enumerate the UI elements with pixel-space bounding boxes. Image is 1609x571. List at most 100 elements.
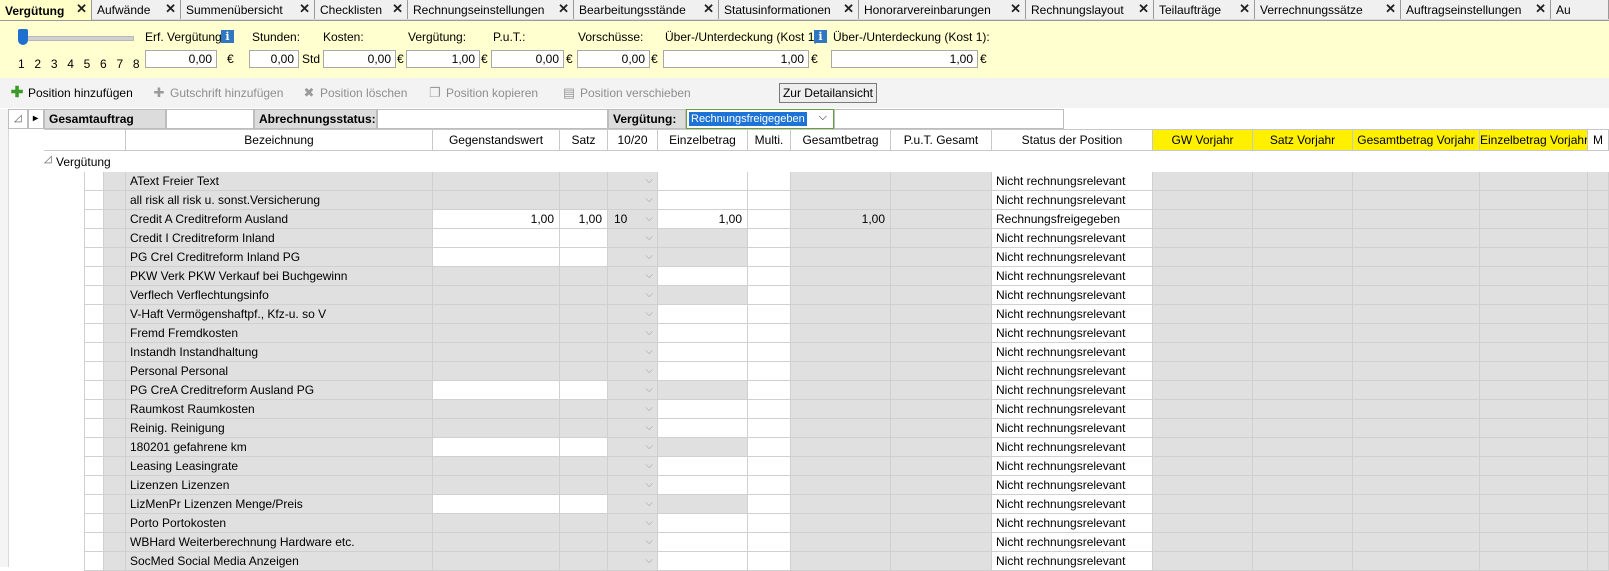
cell-multi[interactable] (748, 191, 791, 210)
close-tab-icon[interactable]: ✕ (1385, 1, 1396, 17)
cell-einzel[interactable] (658, 229, 748, 248)
chevron-down-icon[interactable]: ⌵ (645, 457, 653, 475)
cell-put[interactable] (891, 457, 992, 476)
chevron-down-icon[interactable]: ⌵ (645, 210, 653, 228)
chevron-down-icon[interactable]: ⌵ (645, 324, 653, 342)
cell-satz[interactable] (560, 381, 608, 400)
group-collapse-icon[interactable]: ◿ (44, 154, 52, 165)
row-selector[interactable] (84, 172, 104, 191)
cell-put[interactable] (891, 248, 992, 267)
tab-5[interactable]: Bearbeitungsstände ✕ (574, 0, 719, 19)
cell-einzel[interactable] (658, 343, 748, 362)
column-header[interactable]: 10/20 (608, 129, 658, 151)
cell-einzel[interactable] (658, 495, 748, 514)
table-row[interactable]: Personal Personal ⌵ Nicht rechnungsrelevan… (0, 362, 1609, 381)
cell-gesamt[interactable] (791, 381, 891, 400)
chevron-down-icon[interactable]: ⌵ (645, 552, 653, 570)
put-field[interactable]: 0,00 (491, 50, 564, 68)
table-row[interactable]: PG CreA Creditreform Ausland PG ⌵ Nicht re… (0, 381, 1609, 400)
cell-put[interactable] (891, 305, 992, 324)
chevron-down-icon[interactable]: ⌵ (645, 400, 653, 418)
row-selector[interactable] (84, 552, 104, 571)
cell-gw[interactable] (433, 400, 560, 419)
vorschuesse-field[interactable]: 0,00 (577, 50, 650, 68)
column-header[interactable]: Status der Position (992, 129, 1153, 151)
stunden-field[interactable]: 0,00 (249, 50, 299, 68)
row-selector[interactable] (84, 400, 104, 419)
cell-put[interactable] (891, 552, 992, 571)
cell-satz[interactable] (560, 305, 608, 324)
cell-gesamt[interactable] (791, 457, 891, 476)
rate-select[interactable]: ⌵ (608, 438, 658, 457)
cell-gw[interactable] (433, 191, 560, 210)
cell-einzel[interactable]: 1,00 (658, 210, 748, 229)
cell-gw[interactable] (433, 457, 560, 476)
add-position-button[interactable]: ✚ Position hinzufügen (10, 85, 133, 100)
cell-gesamt[interactable] (791, 191, 891, 210)
column-header[interactable]: Bezeichnung (126, 129, 433, 151)
cell-status[interactable]: Nicht rechnungsrelevant (992, 343, 1153, 362)
cell-satz[interactable] (560, 419, 608, 438)
cell-multi[interactable] (748, 229, 791, 248)
cell-satz[interactable] (560, 552, 608, 571)
row-selector[interactable] (84, 286, 104, 305)
verguetung-field[interactable]: 1,00 (406, 50, 480, 68)
cell-gesamt[interactable] (791, 495, 891, 514)
rate-select[interactable]: ⌵ (608, 362, 658, 381)
rate-select[interactable]: ⌵ (608, 514, 658, 533)
chevron-down-icon[interactable]: ⌵ (645, 419, 653, 437)
cell-satz[interactable] (560, 457, 608, 476)
cell-einzel[interactable] (658, 381, 748, 400)
rate-select[interactable]: ⌵ (608, 400, 658, 419)
detail-view-button[interactable]: Zur Detailansicht (779, 83, 877, 103)
cell-satz[interactable] (560, 229, 608, 248)
cell-gesamt[interactable] (791, 286, 891, 305)
cell-einzel[interactable] (658, 476, 748, 495)
cell-multi[interactable] (748, 305, 791, 324)
rate-select[interactable]: ⌵ (608, 172, 658, 191)
cell-status[interactable]: Rechnungsfreigegeben (992, 210, 1153, 229)
cell-gesamt[interactable] (791, 324, 891, 343)
tab-9[interactable]: Teilaufträge ✕ (1154, 0, 1255, 19)
chevron-down-icon[interactable]: ⌵ (819, 111, 827, 124)
row-selector[interactable] (84, 457, 104, 476)
chevron-down-icon[interactable]: ⌵ (645, 267, 653, 285)
cell-put[interactable] (891, 229, 992, 248)
chevron-down-icon[interactable]: ⌵ (645, 305, 653, 323)
cell-gw[interactable] (433, 495, 560, 514)
ueberdeckung-2-field[interactable]: 1,00 (831, 50, 978, 68)
cell-gesamt[interactable] (791, 514, 891, 533)
close-tab-icon[interactable]: ✕ (1239, 1, 1250, 17)
cell-satz[interactable] (560, 267, 608, 286)
tab-11[interactable]: Auftragseinstellungen ✕ (1401, 0, 1551, 19)
row-selector[interactable] (84, 495, 104, 514)
table-row[interactable]: Fremd Fremdkosten ⌵ Nicht rechnungsrelevan… (0, 324, 1609, 343)
chevron-down-icon[interactable]: ⌵ (645, 343, 653, 361)
chevron-down-icon[interactable]: ⌵ (645, 476, 653, 494)
collapse-all-icon[interactable]: ◿ (8, 109, 28, 129)
close-tab-icon[interactable]: ✕ (76, 1, 87, 17)
column-header[interactable]: Gegenstandswert (433, 129, 560, 151)
table-row[interactable]: SocMed Social Media Anzeigen ⌵ Nicht rechn… (0, 552, 1609, 571)
row-selector[interactable] (84, 324, 104, 343)
row-selector[interactable] (84, 305, 104, 324)
close-tab-icon[interactable]: ✕ (1010, 1, 1021, 17)
cell-status[interactable]: Nicht rechnungsrelevant (992, 191, 1153, 210)
cell-satz[interactable] (560, 438, 608, 457)
cell-gw[interactable] (433, 514, 560, 533)
info-icon[interactable]: i (221, 30, 234, 43)
chevron-down-icon[interactable]: ⌵ (645, 533, 653, 551)
cell-einzel[interactable] (658, 362, 748, 381)
cell-put[interactable] (891, 267, 992, 286)
cell-put[interactable] (891, 210, 992, 229)
cell-multi[interactable] (748, 552, 791, 571)
chevron-down-icon[interactable]: ⌵ (645, 286, 653, 304)
cell-status[interactable]: Nicht rechnungsrelevant (992, 381, 1153, 400)
column-header[interactable]: M (1588, 129, 1609, 151)
cell-multi[interactable] (748, 419, 791, 438)
cell-status[interactable]: Nicht rechnungsrelevant (992, 533, 1153, 552)
cell-gesamt[interactable] (791, 172, 891, 191)
tab-3[interactable]: Checklisten ✕ (315, 0, 408, 19)
cell-status[interactable]: Nicht rechnungsrelevant (992, 267, 1153, 286)
close-tab-icon[interactable]: ✕ (165, 1, 176, 17)
